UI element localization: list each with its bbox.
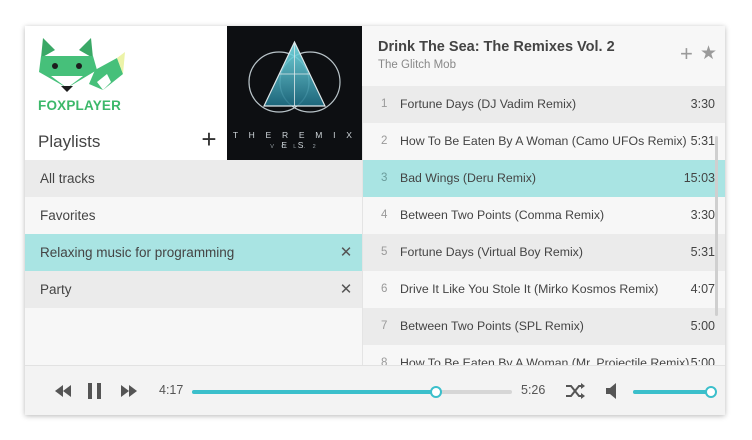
playlist-item-label: Relaxing music for programming xyxy=(40,245,235,260)
playlist-item-label: Favorites xyxy=(40,208,96,223)
track-title: Bad Wings (Deru Remix) xyxy=(400,171,536,185)
volume-handle[interactable] xyxy=(705,386,717,398)
track-row-active[interactable]: 3 Bad Wings (Deru Remix) 15:03 xyxy=(363,160,725,197)
track-title: Fortune Days (DJ Vadim Remix) xyxy=(400,97,577,111)
favorite-star-icon[interactable]: ★ xyxy=(700,43,717,65)
track-title: Drive It Like You Stole It (Mirko Kosmos… xyxy=(400,282,659,296)
player-bar: 4:17 5:26 xyxy=(25,365,725,415)
volume-icon[interactable] xyxy=(603,381,625,401)
playlist-item-label: All tracks xyxy=(40,171,95,186)
track-title: Fortune Days (Virtual Boy Remix) xyxy=(400,245,583,259)
pause-icon[interactable] xyxy=(84,381,106,401)
progress-slider[interactable] xyxy=(192,386,512,398)
album-artwork: T H E R E M I X E S V O L . 2 xyxy=(227,26,362,160)
playlist-item-all-tracks[interactable]: All tracks xyxy=(25,160,362,197)
playlists-header: Playlists + xyxy=(25,126,227,160)
track-title: Between Two Points (SPL Remix) xyxy=(400,319,584,333)
track-title: How To Be Eaten By A Woman (Mr. Projecti… xyxy=(400,356,690,365)
track-number: 4 xyxy=(381,209,388,221)
album-title: Drink The Sea: The Remixes Vol. 2 xyxy=(378,39,615,55)
add-playlist-button[interactable]: + xyxy=(197,126,221,152)
track-number: 3 xyxy=(381,172,388,184)
volume-slider[interactable] xyxy=(633,386,717,398)
track-title: How To Be Eaten By A Woman (Camo UFOs Re… xyxy=(400,134,687,148)
next-icon[interactable] xyxy=(117,381,139,401)
track-number: 1 xyxy=(381,98,388,110)
playlists-title: Playlists xyxy=(38,132,101,151)
track-row[interactable]: 8 How To Be Eaten By A Woman (Mr. Projec… xyxy=(363,345,725,365)
playlist-item-favorites[interactable]: Favorites xyxy=(25,197,362,234)
track-number: 6 xyxy=(381,283,388,295)
fox-logo-icon xyxy=(39,38,125,92)
track-title: Between Two Points (Comma Remix) xyxy=(400,208,605,222)
remove-playlist-icon[interactable]: ✕ xyxy=(338,271,354,308)
brand-area: FOXPLAYER xyxy=(25,26,227,116)
playlist-item-relaxing-music[interactable]: Relaxing music for programming ✕ xyxy=(25,234,362,271)
track-number: 8 xyxy=(381,357,388,365)
album-art-subcaption: V O L . 2 xyxy=(270,144,319,150)
current-time: 4:17 xyxy=(159,383,184,397)
brand-name: FOXPLAYER xyxy=(38,98,122,113)
track-duration: 3:30 xyxy=(690,208,715,222)
track-row[interactable]: 5 Fortune Days (Virtual Boy Remix) 5:31 xyxy=(363,234,725,271)
track-row[interactable]: 6 Drive It Like You Stole It (Mirko Kosm… xyxy=(363,271,725,308)
track-duration: 3:30 xyxy=(690,97,715,111)
previous-icon[interactable] xyxy=(53,381,75,401)
track-row[interactable]: 7 Between Two Points (SPL Remix) 5:00 xyxy=(363,308,725,345)
track-duration: 5:00 xyxy=(690,319,715,333)
track-duration: 15:03 xyxy=(683,171,715,185)
track-duration: 5:31 xyxy=(690,245,715,259)
shuffle-icon[interactable] xyxy=(564,381,586,401)
track-duration: 5:31 xyxy=(690,134,715,148)
track-duration: 5:00 xyxy=(690,356,715,365)
track-list: 1 Fortune Days (DJ Vadim Remix) 3:30 2 H… xyxy=(362,86,725,365)
progress-handle[interactable] xyxy=(429,386,442,398)
playlist-list: All tracks Favorites Relaxing music for … xyxy=(25,160,362,365)
playlist-item-label: Party xyxy=(40,282,72,297)
album-info-header: Drink The Sea: The Remixes Vol. 2 The Gl… xyxy=(362,26,725,86)
track-row[interactable]: 1 Fortune Days (DJ Vadim Remix) 3:30 xyxy=(363,86,725,123)
track-number: 2 xyxy=(381,135,388,147)
album-artist: The Glitch Mob xyxy=(378,59,456,71)
track-row[interactable]: 2 How To Be Eaten By A Woman (Camo UFOs … xyxy=(363,123,725,160)
playlist-item-party[interactable]: Party ✕ xyxy=(25,271,362,308)
track-list-scrollbar[interactable] xyxy=(715,136,718,316)
music-player-window: FOXPLAYER T H E R E M I X E S V O L . 2 … xyxy=(25,26,725,415)
progress-fill xyxy=(192,390,436,394)
track-row[interactable]: 4 Between Two Points (Comma Remix) 3:30 xyxy=(363,197,725,234)
track-duration: 4:07 xyxy=(690,282,715,296)
volume-fill xyxy=(633,390,711,394)
remove-playlist-icon[interactable]: ✕ xyxy=(338,234,354,271)
total-time: 5:26 xyxy=(521,383,546,397)
add-album-icon[interactable]: + xyxy=(680,43,693,65)
track-number: 5 xyxy=(381,246,388,258)
track-number: 7 xyxy=(381,320,388,332)
